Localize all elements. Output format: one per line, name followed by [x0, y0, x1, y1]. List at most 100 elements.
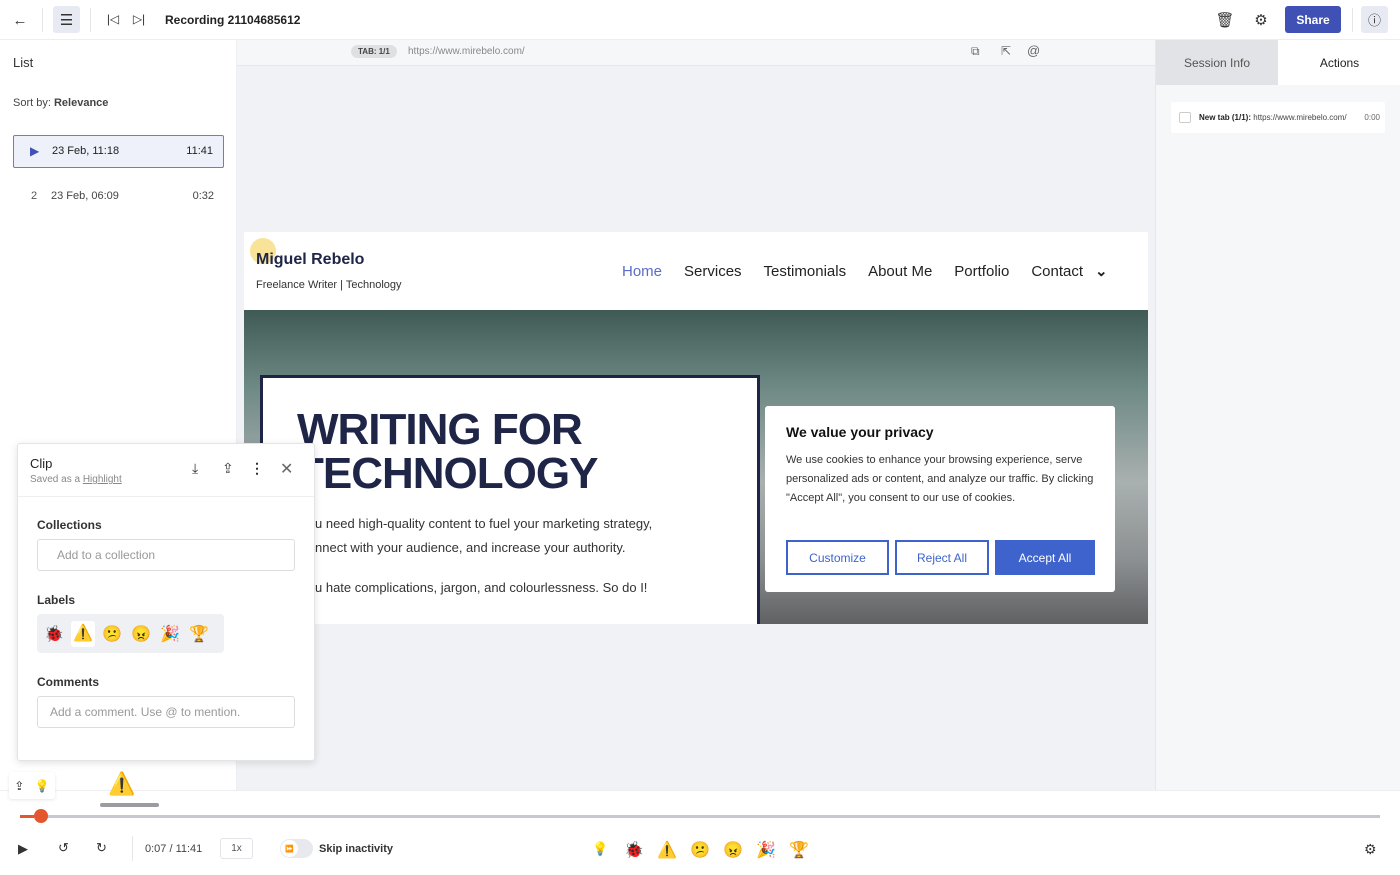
comments-label: Comments [37, 675, 100, 689]
hero-section: WRITING FOR TECHNOLOGY u need high-quali… [244, 310, 1148, 624]
warning-label-icon[interactable]: ⚠️ [71, 620, 95, 647]
back-arrow-icon[interactable]: ← [8, 8, 32, 32]
nav-home[interactable]: Home [622, 263, 662, 280]
accept-all-button[interactable]: Accept All [995, 540, 1095, 575]
angry-reaction-icon[interactable]: 😠 [721, 840, 745, 860]
rewind-10-icon[interactable]: ↺ [58, 840, 69, 856]
divider [132, 836, 133, 861]
speed-button[interactable]: 1x [220, 838, 253, 859]
url-text: https://www.mirebelo.com/ [408, 46, 525, 57]
divider [1352, 8, 1353, 32]
close-icon[interactable]: ✕ [280, 459, 293, 479]
player-bar: ⚠️ ▶ ↺ ↻ 0:07 / 11:41 1x ⏩ Skip inactivi… [0, 771, 1400, 875]
share-icon[interactable]: ⇪ [222, 460, 234, 477]
nav-about[interactable]: About Me [868, 263, 932, 280]
warning-marker-icon[interactable]: ⚠️ [108, 771, 135, 797]
sort-value: Relevance [53, 97, 109, 109]
lightbulb-icon[interactable]: 💡 [35, 779, 50, 793]
more-icon[interactable]: ⋮ [250, 460, 264, 477]
session-viewer: TAB: 1/1 https://www.mirebelo.com/ ⧉ ⇱ @… [237, 40, 1155, 790]
site-nav: Home Services Testimonials About Me Port… [600, 262, 1108, 281]
url-bar: TAB: 1/1 https://www.mirebelo.com/ ⧉ ⇱ @ [237, 40, 1155, 66]
customize-button[interactable]: Customize [786, 540, 889, 575]
share-button[interactable]: Share [1285, 6, 1341, 33]
trophy-label-icon[interactable]: 🏆 [187, 624, 211, 644]
tab-session-info[interactable]: Session Info [1156, 40, 1278, 85]
download-icon[interactable]: ⤓ [192, 460, 198, 477]
forward-10-icon[interactable]: ↻ [96, 840, 107, 856]
reaction-bar: 🐞 ⚠️ 😕 😠 🎉 🏆 [622, 840, 811, 860]
export-icon[interactable]: ⇪ [14, 779, 24, 793]
clip-title: Clip [30, 456, 53, 471]
clip-panel: Clip Saved as a Highlight ⤓ ⇪ ⋮ ✕ Collec… [17, 443, 315, 761]
cookie-banner: We value your privacy We use cookies to … [765, 406, 1115, 592]
tab-actions[interactable]: Actions [1278, 40, 1400, 85]
comment-input[interactable]: Add a comment. Use @ to mention. [37, 696, 295, 728]
highlight-link[interactable]: Highlight [83, 474, 122, 485]
ladybug-reaction-icon[interactable]: 🐞 [622, 840, 646, 860]
nav-portfolio[interactable]: Portfolio [954, 263, 1009, 280]
labels-label: Labels [37, 593, 76, 607]
sort-prefix: Sort by: [13, 97, 51, 109]
info-icon[interactable]: ⓘ [1361, 6, 1388, 33]
confused-label-icon[interactable]: 😕 [100, 624, 124, 644]
action-time: 0:00 [1364, 113, 1380, 122]
skip-previous-icon[interactable]: |◁ [104, 9, 122, 29]
right-panel: Session Info Actions New tab (1/1): http… [1155, 40, 1400, 790]
ladybug-label-icon[interactable]: 🐞 [42, 624, 66, 644]
trophy-reaction-icon[interactable]: 🏆 [787, 840, 811, 860]
hero-heading-line2: TECHNOLOGY [297, 449, 598, 498]
angry-label-icon[interactable]: 😠 [129, 624, 153, 644]
timeline-scrubber[interactable] [33, 809, 48, 823]
extension-icon[interactable]: ⚙ [1250, 9, 1272, 31]
nav-contact[interactable]: Contact [1031, 263, 1083, 280]
label-picker: 🐞 ⚠️ 😕 😠 🎉 🏆 [37, 614, 224, 653]
nav-testimonials[interactable]: Testimonials [764, 263, 847, 280]
action-url: https://www.mirebelo.com/ [1253, 113, 1347, 122]
recording-list-item[interactable]: 2 23 Feb, 06:09 0:32 [13, 181, 224, 214]
sort-control[interactable]: Sort by: Relevance [13, 97, 108, 109]
cookie-title: We value your privacy [786, 424, 934, 440]
recording-list-item[interactable]: ▶ 23 Feb, 11:18 11:41 [13, 135, 224, 168]
warning-reaction-icon[interactable]: ⚠️ [655, 840, 679, 860]
open-external-icon[interactable]: ⇱ [1001, 44, 1011, 58]
party-label-icon[interactable]: 🎉 [158, 624, 182, 644]
play-icon[interactable]: ▶ [18, 841, 28, 857]
skip-inactivity-label: Skip inactivity [319, 843, 393, 855]
hero-heading-line1: WRITING FOR [297, 405, 583, 454]
action-item[interactable]: New tab (1/1): https://www.mirebelo.com/… [1171, 102, 1385, 133]
fast-forward-icon: ⏩ [281, 840, 298, 857]
chevron-down-icon[interactable]: ⌄ [1095, 262, 1108, 280]
nav-services[interactable]: Services [684, 263, 742, 280]
divider [90, 8, 91, 32]
settings-icon[interactable]: ⚙ [1364, 841, 1377, 858]
site-brand[interactable]: Miguel Rebelo [256, 251, 364, 269]
timeline-track[interactable] [20, 815, 1380, 818]
timeline-progress [20, 815, 34, 818]
tab-badge: TAB: 1/1 [351, 45, 397, 58]
item-date: 23 Feb, 11:18 [52, 145, 120, 157]
play-icon: ▶ [30, 144, 40, 158]
party-reaction-icon[interactable]: 🎉 [754, 840, 778, 860]
list-icon[interactable]: ☰ [53, 6, 80, 33]
trash-icon[interactable]: 🗑 [1214, 9, 1236, 31]
copy-icon[interactable]: ⧉ [971, 44, 980, 59]
divider [42, 8, 43, 32]
hero-text: u hate complications, jargon, and colour… [315, 580, 648, 595]
mention-icon[interactable]: @ [1027, 43, 1040, 58]
recording-title: Recording 21104685612 [165, 13, 301, 27]
item-date: 23 Feb, 06:09 [51, 190, 119, 202]
collection-input[interactable]: Add to a collection [37, 539, 295, 571]
skip-next-icon[interactable]: ▷| [130, 9, 148, 29]
lightbulb-icon[interactable]: 💡 [592, 841, 608, 857]
cookie-body: We use cookies to enhance your browsing … [786, 454, 1094, 504]
timeline-tools: ⇪ 💡 [9, 772, 55, 799]
time-readout: 0:07 / 11:41 [145, 843, 203, 855]
skip-inactivity-toggle[interactable]: ⏩ [280, 839, 313, 858]
confused-reaction-icon[interactable]: 😕 [688, 840, 712, 860]
clip-range[interactable] [100, 803, 159, 807]
reject-all-button[interactable]: Reject All [895, 540, 989, 575]
item-index: 2 [31, 190, 38, 202]
hero-card: WRITING FOR TECHNOLOGY u need high-quali… [260, 375, 760, 624]
sidebar-title: List [13, 55, 34, 70]
